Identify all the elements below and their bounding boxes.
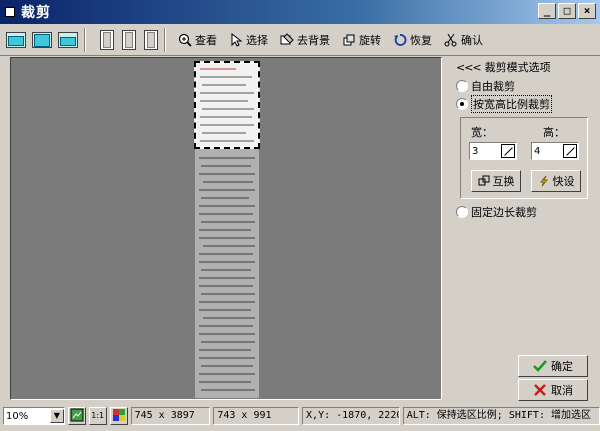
restore-button[interactable]: 恢复 (387, 28, 438, 52)
rotate-button[interactable]: 旋转 (336, 28, 387, 52)
preset-button[interactable]: 快设 (531, 170, 581, 192)
panel-header: <<< 裁剪模式选项 (452, 57, 596, 77)
color-mode-button[interactable] (109, 407, 128, 425)
check-icon (533, 360, 547, 372)
cancel-label: 取消 (551, 384, 573, 397)
width-label: 宽： (471, 126, 493, 139)
ratio-field-labels: 宽： 高： (471, 124, 581, 140)
free-crop-label: 自由裁剪 (471, 80, 515, 93)
rotate-label: 旋转 (359, 33, 381, 47)
ok-button[interactable]: 确定 (518, 355, 588, 377)
close-button[interactable]: × (578, 3, 596, 19)
layout-top-icon[interactable] (32, 31, 52, 48)
minimize-button[interactable]: _ (538, 3, 556, 19)
coordinates-readout: X,Y: -1870, 2220 (302, 407, 400, 425)
fixed-side-radio[interactable] (456, 206, 468, 218)
rotate-icon (343, 34, 355, 45)
toolbar-separator (164, 27, 166, 52)
remove-background-button[interactable]: 去背景 (274, 28, 336, 52)
layout-bottom-icon[interactable] (58, 31, 78, 48)
width-spin-icon[interactable] (501, 144, 515, 158)
height-label: 高： (543, 126, 565, 139)
zoom-value: 10% (6, 410, 29, 422)
toolbar: 查看 选择 去背景 旋转 恢复 确认 (0, 24, 600, 56)
maximize-button[interactable]: □ (558, 3, 576, 19)
window-title: 裁剪 (21, 5, 51, 21)
zoom-icon (178, 33, 192, 47)
fixed-side-option[interactable]: 固定边长裁剪 (452, 203, 596, 221)
window-controls: _ □ × (538, 3, 596, 19)
image-canvas[interactable] (10, 57, 442, 400)
selection-content (200, 68, 254, 142)
status-bar: 10% ▼ 1:1 745 x 3897 743 x 991 X,Y: -187… (0, 404, 600, 428)
ratio-crop-label: 按宽高比例裁剪 (471, 95, 552, 113)
undo-icon (394, 33, 407, 46)
fixed-side-label: 固定边长裁剪 (471, 206, 537, 219)
image-size-readout: 745 x 3897 (130, 407, 211, 425)
swap-label: 互换 (492, 175, 515, 188)
fit-image-icon (70, 408, 84, 422)
ratio-settings-group: 宽： 高： 3 4 互换 快设 (460, 117, 588, 199)
ratio-crop-radio[interactable] (456, 98, 468, 110)
toolbar-separator (84, 27, 86, 52)
select-label: 选择 (246, 33, 268, 47)
scissors-icon (444, 33, 457, 46)
hint-text: ALT: 保持选区比例; SHIFT: 增加选区 (402, 407, 600, 425)
zoom-select[interactable]: 10% ▼ (3, 407, 65, 425)
selection-size-readout: 743 x 991 (213, 407, 300, 425)
height-value: 4 (534, 145, 541, 157)
remove-background-icon (280, 32, 294, 44)
restore-label: 恢复 (410, 33, 432, 47)
color-grid-icon (112, 409, 125, 421)
remove-background-label: 去背景 (297, 33, 330, 47)
preset-label: 快设 (552, 175, 575, 188)
ratio-crop-option[interactable]: 按宽高比例裁剪 (452, 95, 596, 113)
free-crop-radio[interactable] (456, 80, 468, 92)
confirm-button[interactable]: 确认 (438, 28, 489, 52)
actual-size-button[interactable]: 1:1 (88, 407, 107, 425)
width-ratio-input[interactable]: 3 (469, 142, 517, 160)
free-crop-option[interactable]: 自由裁剪 (452, 77, 596, 95)
cancel-button[interactable]: 取消 (518, 379, 588, 401)
swap-button[interactable]: 互换 (471, 170, 521, 192)
cursor-icon (231, 32, 243, 47)
portrait-layout-icon-3[interactable] (144, 29, 158, 50)
view-button[interactable]: 查看 (172, 28, 223, 52)
height-ratio-input[interactable]: 4 (531, 142, 579, 160)
fit-window-button[interactable] (67, 407, 86, 425)
collapse-arrows[interactable]: <<< (456, 61, 482, 74)
title-bar: 裁剪 _ □ × (0, 0, 600, 24)
confirm-label: 确认 (461, 33, 483, 47)
crop-options-panel: <<< 裁剪模式选项 自由裁剪 按宽高比例裁剪 宽： 高： 3 4 互换 快设 … (452, 57, 596, 401)
swap-icon (478, 175, 489, 186)
width-value: 3 (472, 145, 479, 157)
panel-title: 裁剪模式选项 (484, 61, 551, 74)
portrait-layout-icon[interactable] (100, 29, 114, 50)
layout-fit-icon[interactable] (6, 31, 26, 48)
dropdown-arrow-icon[interactable]: ▼ (49, 409, 64, 423)
ok-label: 确定 (551, 360, 573, 373)
cancel-x-icon (534, 384, 546, 396)
select-button[interactable]: 选择 (223, 28, 274, 52)
app-icon[interactable] (5, 7, 15, 17)
lightning-icon (539, 175, 548, 187)
view-label: 查看 (195, 33, 217, 47)
portrait-layout-icon-2[interactable] (122, 29, 136, 50)
height-spin-icon[interactable] (563, 144, 577, 158)
crop-selection[interactable] (194, 61, 260, 149)
